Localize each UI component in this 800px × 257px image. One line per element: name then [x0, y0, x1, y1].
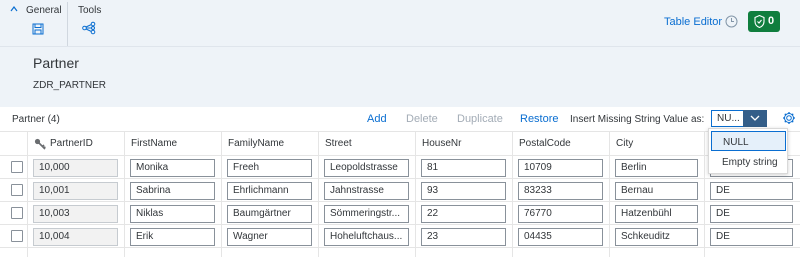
missing-string-options-popover: NULL Empty string	[708, 128, 788, 174]
table-row: 10,004 Erik Wagner Hoheluftchaus... 23 0…	[0, 225, 800, 248]
row-checkbox[interactable]	[11, 230, 23, 242]
housenr-field[interactable]: 22	[421, 205, 506, 223]
table-toolbar: Partner (4) Add Delete Duplicate Restore…	[0, 108, 800, 130]
firstname-field[interactable]: Erik	[130, 228, 215, 246]
city-field[interactable]: Hatzenbühl	[615, 205, 698, 223]
table-row: 10,001 Sabrina Ehrlichmann Jahnstrasse 9…	[0, 179, 800, 202]
familyname-field[interactable]: Wagner	[227, 228, 312, 246]
option-null[interactable]: NULL	[711, 131, 786, 151]
column-header-label: HouseNr	[422, 138, 462, 149]
chevron-up-icon[interactable]	[10, 5, 18, 13]
insert-missing-label: Insert Missing String Value as:	[570, 114, 705, 125]
partnerid-field: 10,004	[33, 228, 118, 246]
table-editor-label: Table Editor	[664, 16, 723, 28]
street-field[interactable]: Jahnstrasse	[324, 182, 409, 200]
table-row: 10,000 Monika Freeh Leopoldstrasse 81 10…	[0, 156, 800, 179]
column-header-label: FamilyName	[228, 138, 285, 149]
select-dropdown-button[interactable]	[743, 110, 767, 127]
table-row-empty	[0, 248, 800, 257]
header-street[interactable]: Street	[319, 131, 416, 156]
row-checkbox[interactable]	[11, 184, 23, 196]
security-status-badge[interactable]: 0	[748, 11, 780, 32]
chevron-down-icon	[750, 115, 760, 121]
housenr-field[interactable]: 93	[421, 182, 506, 200]
row-checkbox[interactable]	[11, 207, 23, 219]
share-network-icon[interactable]	[82, 21, 96, 35]
familyname-field[interactable]: Freeh	[227, 159, 312, 177]
header-select-cell	[0, 131, 28, 156]
country-field[interactable]: DE	[710, 182, 793, 200]
header-city[interactable]: City	[610, 131, 705, 156]
city-field[interactable]: Berlin	[615, 159, 698, 177]
top-toolbar: General Tools Table Editor 0	[0, 0, 800, 47]
header-partnerid[interactable]: PartnerID	[28, 131, 125, 156]
column-header-label: PostalCode	[519, 138, 571, 149]
select-value: NU...	[717, 113, 740, 124]
firstname-field[interactable]: Niklas	[130, 205, 215, 223]
clock-icon[interactable]	[725, 15, 738, 28]
partnerid-field: 10,003	[33, 205, 118, 223]
street-field[interactable]: Sömmeringstr...	[324, 205, 409, 223]
save-icon[interactable]	[32, 23, 44, 35]
column-header-label: City	[616, 138, 634, 149]
header-housenr[interactable]: HouseNr	[416, 131, 513, 156]
familyname-field[interactable]: Baumgärtner	[227, 205, 312, 223]
group-label-general: General	[26, 5, 62, 16]
row-checkbox[interactable]	[11, 161, 23, 173]
restore-button[interactable]: Restore	[520, 113, 559, 125]
group-label-tools: Tools	[78, 5, 102, 16]
option-label: NULL	[723, 137, 749, 148]
housenr-field[interactable]: 81	[421, 159, 506, 177]
country-field[interactable]: DE	[710, 228, 793, 246]
city-field[interactable]: Bernau	[615, 182, 698, 200]
shield-icon	[754, 15, 765, 28]
postalcode-field[interactable]: 76770	[518, 205, 603, 223]
header-familyname[interactable]: FamilyName	[222, 131, 319, 156]
toolbar-group-general: General	[8, 0, 66, 40]
table-title: Partner (4)	[12, 114, 60, 125]
key-icon	[34, 138, 46, 150]
duplicate-button[interactable]: Duplicate	[457, 113, 503, 125]
header-firstname[interactable]: FirstName	[125, 131, 222, 156]
housenr-field[interactable]: 23	[421, 228, 506, 246]
country-field[interactable]: DE	[710, 205, 793, 223]
column-header-label: PartnerID	[50, 138, 93, 149]
table-row: 10,003 Niklas Baumgärtner Sömmeringstr..…	[0, 202, 800, 225]
column-header-label: Street	[325, 138, 352, 149]
option-label: Empty string	[722, 157, 778, 168]
option-empty-string[interactable]: Empty string	[711, 152, 786, 172]
header-postalcode[interactable]: PostalCode	[513, 131, 610, 156]
postalcode-field[interactable]: 04435	[518, 228, 603, 246]
partnerid-field: 10,001	[33, 182, 118, 200]
gear-icon[interactable]	[782, 111, 796, 125]
street-field[interactable]: Hoheluftchaus...	[324, 228, 409, 246]
firstname-field[interactable]: Monika	[130, 159, 215, 177]
street-field[interactable]: Leopoldstrasse	[324, 159, 409, 177]
delete-button[interactable]: Delete	[406, 113, 438, 125]
column-header-label: FirstName	[131, 138, 178, 149]
firstname-field[interactable]: Sabrina	[130, 182, 215, 200]
city-field[interactable]: Schkeuditz	[615, 228, 698, 246]
badge-count: 0	[768, 15, 775, 27]
postalcode-field[interactable]: 10709	[518, 159, 603, 177]
page-title: Partner	[33, 55, 79, 71]
page-subtitle: ZDR_PARTNER	[33, 80, 106, 91]
object-header: Partner ZDR_PARTNER	[0, 47, 800, 107]
add-button[interactable]: Add	[367, 113, 387, 125]
partnerid-field: 10,000	[33, 159, 118, 177]
familyname-field[interactable]: Ehrlichmann	[227, 182, 312, 200]
toolbar-group-tools: Tools	[67, 2, 117, 46]
postalcode-field[interactable]: 83233	[518, 182, 603, 200]
